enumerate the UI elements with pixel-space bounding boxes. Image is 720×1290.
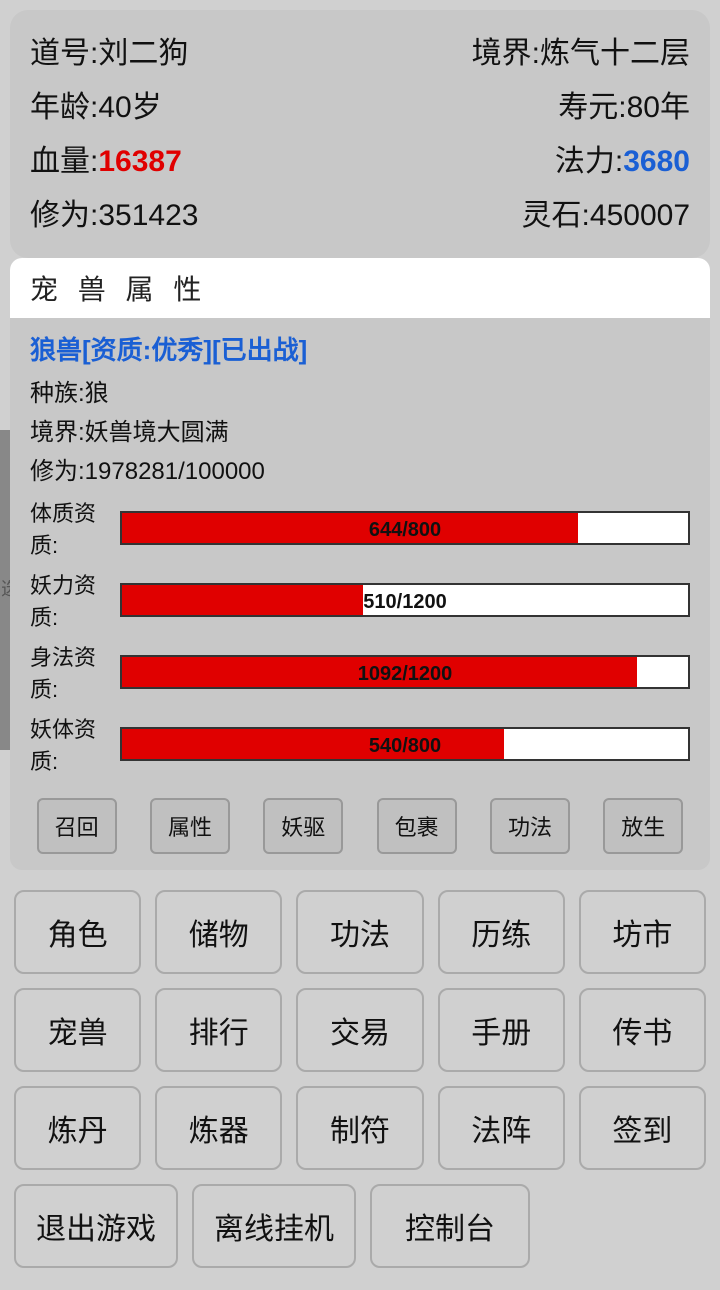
stat-row-2: 身法资质: 1092/1200 [30,640,690,704]
pet-name: 狼兽[资质:优秀][已出战] [30,330,690,367]
stat-row-1: 妖力资质: 510/1200 [30,568,690,632]
dao-hao: 道号:刘二狗 [30,28,188,72]
pet-action-包裹[interactable]: 包裹 [377,798,457,854]
character-card: 道号:刘二狗 境界:炼气十二层 年龄:40岁 寿元:80年 血量:16387 法… [10,10,710,258]
stat-label-2: 身法资质: [30,640,120,704]
stat-label-0: 体质资质: [30,496,120,560]
menu-btn-制符[interactable]: 制符 [296,1086,423,1170]
menu-btn-储物[interactable]: 储物 [155,890,282,974]
stat-bar-2: 1092/1200 [120,655,690,689]
pet-action-妖驱[interactable]: 妖驱 [263,798,343,854]
menu-btn-功法[interactable]: 功法 [296,890,423,974]
stat-row-0: 体质资质: 644/800 [30,496,690,560]
pet-realm: 境界:妖兽境大圆满 [30,412,690,447]
stat-label-3: 妖体资质: [30,712,120,776]
menu-btn-退出游戏[interactable]: 退出游戏 [14,1184,178,1268]
menu-btn-手册[interactable]: 手册 [438,988,565,1072]
pet-panel-body: 狼兽[资质:优秀][已出战] 种族:狼 境界:妖兽境大圆满 修为:1978281… [10,318,710,776]
menu-btn-坊市[interactable]: 坊市 [579,890,706,974]
stat-label-1: 妖力资质: [30,568,120,632]
stat-bar-3: 540/800 [120,727,690,761]
menu-btn-历练[interactable]: 历练 [438,890,565,974]
menu-btn-排行[interactable]: 排行 [155,988,282,1072]
menu-row-3: 退出游戏离线挂机控制台 [14,1184,706,1268]
menu-btn-炼器[interactable]: 炼器 [155,1086,282,1170]
stat-bars: 体质资质: 644/800 妖力资质: 510/1200 身法资质: 1092/… [30,496,690,776]
pet-panel: 宠 兽 属 性 狼兽[资质:优秀][已出战] 种族:狼 境界:妖兽境大圆满 修为… [10,258,710,870]
pet-action-召回[interactable]: 召回 [37,798,117,854]
pet-actions: 召回属性妖驱包裹功法放生 [10,784,710,854]
menu-btn-签到[interactable]: 签到 [579,1086,706,1170]
hp: 血量:16387 [30,136,182,180]
menu-btn-传书[interactable]: 传书 [579,988,706,1072]
stat-text-2: 1092/1200 [122,657,688,689]
menu-btn-角色[interactable]: 角色 [14,890,141,974]
char-row-1: 道号:刘二狗 境界:炼气十二层 [30,28,690,72]
menu-row-0: 角色储物功法历练坊市 [14,890,706,974]
pet-race: 种族:狼 [30,373,690,408]
char-row-2: 年龄:40岁 寿元:80年 [30,82,690,126]
pet-action-功法[interactable]: 功法 [490,798,570,854]
char-row-3: 血量:16387 法力:3680 [30,136,690,180]
pet-action-属性[interactable]: 属性 [150,798,230,854]
menu-row-1: 宠兽排行交易手册传书 [14,988,706,1072]
char-row-4: 修为:351423 灵石:450007 [30,190,690,234]
main-menu: 角色储物功法历练坊市宠兽排行交易手册传书炼丹炼器制符法阵签到退出游戏离线挂机控制… [0,870,720,1268]
ling-shi: 灵石:450007 [522,190,690,234]
pet-action-放生[interactable]: 放生 [603,798,683,854]
realm: 境界:炼气十二层 [472,28,690,72]
menu-btn-离线挂机[interactable]: 离线挂机 [192,1184,356,1268]
menu-btn-交易[interactable]: 交易 [296,988,423,1072]
menu-btn-控制台[interactable]: 控制台 [370,1184,530,1268]
stat-text-3: 540/800 [122,729,688,761]
stat-row-3: 妖体资质: 540/800 [30,712,690,776]
stat-bar-0: 644/800 [120,511,690,545]
menu-row-2: 炼丹炼器制符法阵签到 [14,1086,706,1170]
menu-btn-炼丹[interactable]: 炼丹 [14,1086,141,1170]
pet-xiu: 修为:1978281/100000 [30,451,690,486]
menu-btn-宠兽[interactable]: 宠兽 [14,988,141,1072]
stat-bar-1: 510/1200 [120,583,690,617]
age: 年龄:40岁 [30,82,162,126]
xiu-wei: 修为:351423 [30,190,198,234]
menu-btn-法阵[interactable]: 法阵 [438,1086,565,1170]
stat-text-1: 510/1200 [122,585,688,617]
stat-text-0: 644/800 [122,513,688,545]
lifespan: 寿元:80年 [558,82,690,126]
mp: 法力:3680 [555,136,690,180]
pet-panel-title: 宠 兽 属 性 [10,258,710,318]
